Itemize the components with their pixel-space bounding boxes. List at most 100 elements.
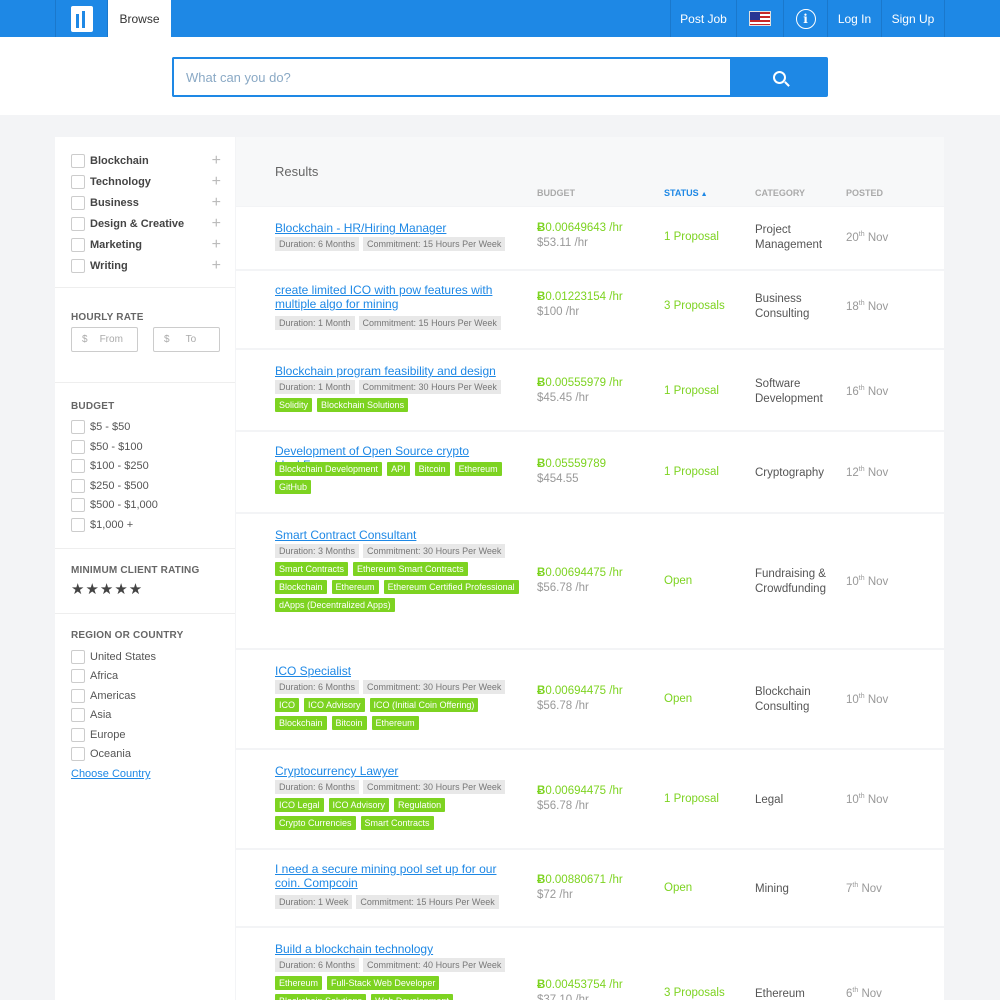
skill-tag-smart-contracts[interactable]: Smart Contracts bbox=[360, 816, 434, 830]
skill-tag-ico[interactable]: ICO bbox=[275, 698, 300, 712]
rate-from-input[interactable]: $ From bbox=[71, 327, 138, 352]
region-option[interactable]: Europe bbox=[71, 727, 125, 743]
checkbox[interactable] bbox=[71, 518, 85, 532]
skill-tag-blockchain-solutions[interactable]: Blockchain Solutions bbox=[275, 994, 367, 1000]
skill-tag-ethereum[interactable]: Ethereum bbox=[275, 976, 323, 990]
rate-to-input[interactable]: $ To bbox=[153, 327, 220, 352]
expand-plus-icon[interactable]: + bbox=[212, 174, 221, 190]
table-row[interactable]: create limited ICO with pow features wit… bbox=[236, 271, 944, 348]
skill-tag-regulation[interactable]: Regulation bbox=[394, 798, 446, 812]
post-job-link[interactable]: Post Job bbox=[670, 0, 736, 37]
checkbox[interactable] bbox=[71, 650, 85, 664]
checkbox[interactable] bbox=[71, 259, 85, 273]
checkbox[interactable] bbox=[71, 420, 85, 434]
skill-tag-blockchain-development[interactable]: Blockchain Development bbox=[275, 462, 383, 476]
region-option[interactable]: Africa bbox=[71, 668, 118, 684]
category-marketing[interactable]: Marketing + bbox=[71, 237, 221, 253]
checkbox[interactable] bbox=[71, 440, 85, 454]
region-option[interactable]: Americas bbox=[71, 688, 136, 704]
skill-tag-blockchain[interactable]: Blockchain bbox=[275, 580, 327, 594]
browse-tab[interactable]: Browse bbox=[108, 0, 171, 37]
budget-column-header[interactable]: BUDGET bbox=[537, 188, 575, 198]
search-input[interactable] bbox=[172, 57, 730, 97]
checkbox[interactable] bbox=[71, 196, 85, 210]
skill-tag-full-stack-web-developer[interactable]: Full-Stack Web Developer bbox=[327, 976, 440, 990]
skill-tag-web-development[interactable]: Web Development bbox=[371, 994, 453, 1000]
skill-tag-ethereum[interactable]: Ethereum bbox=[331, 580, 379, 594]
checkbox[interactable] bbox=[71, 175, 85, 189]
job-title-link[interactable]: Blockchain - HR/Hiring Manager bbox=[275, 221, 525, 235]
job-title-link[interactable]: Cryptocurrency Lawyer bbox=[275, 764, 525, 778]
info-button[interactable]: i bbox=[783, 0, 827, 37]
budget-option[interactable]: $1,000 + bbox=[71, 517, 133, 533]
logo[interactable] bbox=[55, 0, 108, 37]
job-title-link[interactable]: Build a blockchain technology bbox=[275, 942, 525, 956]
checkbox[interactable] bbox=[71, 728, 85, 742]
table-row[interactable]: Build a blockchain technology Duration: 6… bbox=[236, 928, 944, 1000]
region-option[interactable]: Asia bbox=[71, 707, 111, 723]
budget-option[interactable]: $500 - $1,000 bbox=[71, 497, 158, 513]
checkbox[interactable] bbox=[71, 669, 85, 683]
budget-option[interactable]: $250 - $500 bbox=[71, 478, 149, 494]
posted-column-header[interactable]: POSTED bbox=[846, 188, 883, 198]
skill-tag-solidity[interactable]: Solidity bbox=[275, 398, 313, 412]
job-title-link[interactable]: I need a secure mining pool set up for o… bbox=[275, 862, 525, 890]
category-blockchain[interactable]: Blockchain + bbox=[71, 153, 221, 169]
job-title-link[interactable]: create limited ICO with pow features wit… bbox=[275, 283, 525, 311]
checkbox[interactable] bbox=[71, 154, 85, 168]
login-link[interactable]: Log In bbox=[827, 0, 881, 37]
table-row[interactable]: ICO Specialist Duration: 6 Months Commitme… bbox=[236, 650, 944, 748]
skill-tag-ethereum-smart-contracts[interactable]: Ethereum Smart Contracts bbox=[353, 562, 468, 576]
checkbox[interactable] bbox=[71, 747, 85, 761]
language-selector[interactable] bbox=[736, 0, 783, 37]
job-title-link[interactable]: ICO Specialist bbox=[275, 664, 525, 678]
checkbox[interactable] bbox=[71, 459, 85, 473]
expand-plus-icon[interactable]: + bbox=[212, 237, 221, 253]
choose-country-link[interactable]: Choose Country bbox=[71, 768, 151, 780]
region-option[interactable]: United States bbox=[71, 649, 156, 665]
skill-tag-blockchain[interactable]: Blockchain bbox=[275, 716, 327, 730]
skill-tag-crypto-currencies[interactable]: Crypto Currencies bbox=[275, 816, 356, 830]
table-row[interactable]: Blockchain program feasibility and desig… bbox=[236, 350, 944, 430]
status-column-header[interactable]: STATUS ▲ bbox=[664, 188, 708, 198]
job-title-link[interactable]: Smart Contract Consultant bbox=[275, 528, 525, 542]
expand-plus-icon[interactable]: + bbox=[212, 153, 221, 169]
table-row[interactable]: Cryptocurrency Lawyer Duration: 6 Months C… bbox=[236, 750, 944, 848]
category-design-creative[interactable]: Design & Creative + bbox=[71, 216, 221, 232]
skill-tag-bitcoin[interactable]: Bitcoin bbox=[414, 462, 450, 476]
budget-option[interactable]: $100 - $250 bbox=[71, 458, 149, 474]
signup-link[interactable]: Sign Up bbox=[881, 0, 945, 37]
checkbox[interactable] bbox=[71, 708, 85, 722]
table-row[interactable]: Blockchain - HR/Hiring Manager Duration: … bbox=[236, 207, 944, 269]
skill-tag-api[interactable]: API bbox=[387, 462, 410, 476]
skill-tag-ico-legal[interactable]: ICO Legal bbox=[275, 798, 324, 812]
expand-plus-icon[interactable]: + bbox=[212, 258, 221, 274]
region-option[interactable]: Oceania bbox=[71, 746, 131, 762]
skill-tag-blockchain-solutions[interactable]: Blockchain Solutions bbox=[317, 398, 409, 412]
category-business[interactable]: Business + bbox=[71, 195, 221, 211]
skill-tag-ico-advisory[interactable]: ICO Advisory bbox=[328, 798, 390, 812]
category-column-header[interactable]: CATEGORY bbox=[755, 188, 805, 198]
table-row[interactable]: Development of Open Source crypto blockF… bbox=[236, 432, 944, 512]
checkbox[interactable] bbox=[71, 498, 85, 512]
expand-plus-icon[interactable]: + bbox=[212, 195, 221, 211]
checkbox[interactable] bbox=[71, 238, 85, 252]
job-title-link[interactable]: Blockchain program feasibility and desig… bbox=[275, 364, 525, 378]
skill-tag-bitcoin[interactable]: Bitcoin bbox=[331, 716, 367, 730]
table-row[interactable]: I need a secure mining pool set up for o… bbox=[236, 850, 944, 926]
expand-plus-icon[interactable]: + bbox=[212, 216, 221, 232]
skill-tag-ico-advisory[interactable]: ICO Advisory bbox=[304, 698, 365, 712]
skill-tag-github[interactable]: GitHub bbox=[275, 480, 312, 494]
skill-tag-ethereum[interactable]: Ethereum bbox=[371, 716, 419, 730]
budget-option[interactable]: $50 - $100 bbox=[71, 439, 143, 455]
skill-tag-smart-contracts[interactable]: Smart Contracts bbox=[275, 562, 349, 576]
budget-option[interactable]: $5 - $50 bbox=[71, 419, 130, 435]
checkbox[interactable] bbox=[71, 689, 85, 703]
checkbox[interactable] bbox=[71, 479, 85, 493]
category-technology[interactable]: Technology + bbox=[71, 174, 221, 190]
table-row[interactable]: Smart Contract Consultant Duration: 3 Mon… bbox=[236, 514, 944, 648]
skill-tag-ethereum[interactable]: Ethereum bbox=[454, 462, 502, 476]
search-button[interactable] bbox=[730, 57, 828, 97]
skill-tag-dapps-decentralized-apps[interactable]: dApps (Decentralized Apps) bbox=[275, 598, 395, 612]
checkbox[interactable] bbox=[71, 217, 85, 231]
